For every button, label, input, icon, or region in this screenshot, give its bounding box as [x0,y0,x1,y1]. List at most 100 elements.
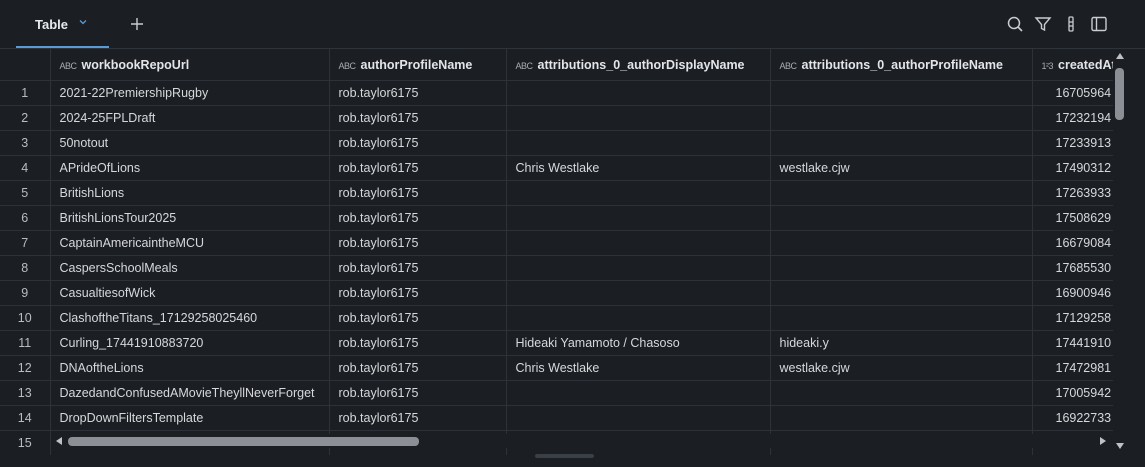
horizontal-scrollbar[interactable] [51,434,1113,448]
table-row[interactable]: 6 BritishLionsTour2025 rob.taylor6175 17508… [0,205,1113,231]
data-grid[interactable]: ABC workbookRepoUrl ABC authorProfileName … [0,49,1113,455]
filter-icon[interactable] [1034,15,1052,33]
table-cell[interactable]: 50notout [50,130,330,156]
table-cell[interactable]: rob.taylor6175 [329,155,507,181]
table-cell[interactable]: 17129258 [1032,305,1113,331]
table-cell[interactable]: DazedandConfusedAMovieTheyllNeverForget [50,380,330,406]
table-row[interactable]: 10 ClashoftheTitans_17129258025460 rob.tay… [0,305,1113,331]
table-row[interactable]: 14 DropDownFiltersTemplate rob.taylor6175 1… [0,405,1113,431]
tab-table[interactable]: Table [16,0,109,48]
table-cell[interactable]: rob.taylor6175 [329,230,507,256]
vertical-scroll-thumb[interactable] [1115,68,1124,120]
table-row[interactable]: 7 CaptainAmericaintheMCU rob.taylor6175 166… [0,230,1113,256]
column-header-attributions-profile-name[interactable]: ABC attributions_0_authorProfileName [770,49,1033,81]
table-cell[interactable]: BritishLionsTour2025 [50,205,330,231]
table-cell[interactable] [770,230,1033,256]
table-cell[interactable] [770,105,1033,131]
table-row[interactable]: 4 APrideOfLions rob.taylor6175 Chris Westla… [0,155,1113,181]
table-row[interactable]: 13 DazedandConfusedAMovieTheyllNeverForge… [0,380,1113,406]
scroll-down-arrow-icon[interactable] [1116,443,1124,449]
table-cell[interactable]: Chris Westlake [506,155,771,181]
table-row[interactable]: 5 BritishLions rob.taylor6175 17263933 [0,180,1113,206]
scroll-left-arrow-icon[interactable] [56,437,62,445]
table-cell[interactable]: rob.taylor6175 [329,130,507,156]
scroll-right-arrow-icon[interactable] [1100,437,1106,445]
column-header-attributions-display-name[interactable]: ABC attributions_0_authorDisplayName [506,49,771,81]
table-cell[interactable]: CasualtiesofWick [50,280,330,306]
table-cell[interactable]: DropDownFiltersTemplate [50,405,330,431]
table-cell[interactable]: ClashoftheTitans_17129258025460 [50,305,330,331]
table-cell[interactable]: 17233913 [1032,130,1113,156]
table-cell[interactable]: 17232194 [1032,105,1113,131]
table-row[interactable]: 3 50notout rob.taylor6175 17233913 [0,130,1113,156]
table-cell[interactable]: hideaki.y [770,330,1033,356]
table-cell[interactable] [506,205,771,231]
table-cell[interactable]: 17472981 [1032,355,1113,381]
table-cell[interactable] [506,255,771,281]
table-cell[interactable]: CaspersSchoolMeals [50,255,330,281]
plus-icon[interactable] [128,15,146,33]
table-cell[interactable]: 16922733 [1032,405,1113,431]
table-cell[interactable] [770,305,1033,331]
table-cell[interactable] [506,230,771,256]
column-header-createdAt[interactable]: 1²3 createdAt [1032,49,1113,81]
column-header-workbookRepoUrl[interactable]: ABC workbookRepoUrl [50,49,330,81]
table-cell[interactable] [770,380,1033,406]
table-cell[interactable]: 17490312 [1032,155,1113,181]
table-cell[interactable]: rob.taylor6175 [329,80,507,106]
table-cell[interactable] [506,180,771,206]
table-cell[interactable] [506,280,771,306]
table-cell[interactable]: rob.taylor6175 [329,205,507,231]
table-cell[interactable] [770,405,1033,431]
table-cell[interactable] [770,280,1033,306]
table-cell[interactable]: 16900946 [1032,280,1113,306]
table-cell[interactable]: 16679084 [1032,230,1113,256]
table-cell[interactable]: rob.taylor6175 [329,405,507,431]
table-cell[interactable]: 16705964 [1032,80,1113,106]
table-cell[interactable]: rob.taylor6175 [329,280,507,306]
table-cell[interactable] [506,105,771,131]
table-cell[interactable]: rob.taylor6175 [329,180,507,206]
table-cell[interactable]: rob.taylor6175 [329,255,507,281]
table-cell[interactable]: 2021-22PremiershipRugby [50,80,330,106]
column-header-authorProfileName[interactable]: ABC authorProfileName [329,49,507,81]
table-cell[interactable] [506,405,771,431]
resize-handle[interactable] [535,454,594,458]
table-cell[interactable] [506,380,771,406]
table-cell[interactable]: westlake.cjw [770,355,1033,381]
table-cell[interactable] [770,205,1033,231]
table-cell[interactable] [770,255,1033,281]
chevron-down-icon[interactable] [77,16,89,28]
table-row[interactable]: 8 CaspersSchoolMeals rob.taylor6175 1768553… [0,255,1113,281]
table-cell[interactable]: BritishLions [50,180,330,206]
search-icon[interactable] [1006,15,1024,33]
table-cell[interactable]: Chris Westlake [506,355,771,381]
table-cell[interactable]: 17685530 [1032,255,1113,281]
table-row[interactable]: 2 2024-25FPLDraft rob.taylor6175 17232194 [0,105,1113,131]
table-cell[interactable]: Hideaki Yamamoto / Chasoso [506,330,771,356]
table-cell[interactable] [506,130,771,156]
table-cell[interactable] [770,180,1033,206]
table-cell[interactable]: westlake.cjw [770,155,1033,181]
table-cell[interactable]: rob.taylor6175 [329,355,507,381]
table-cell[interactable]: 17441910 [1032,330,1113,356]
table-cell[interactable]: rob.taylor6175 [329,330,507,356]
table-cell[interactable] [506,305,771,331]
scroll-up-arrow-icon[interactable] [1116,53,1124,59]
table-cell[interactable]: 17005942 [1032,380,1113,406]
table-cell[interactable]: 17263933 [1032,180,1113,206]
table-cell[interactable]: rob.taylor6175 [329,380,507,406]
table-cell[interactable] [770,80,1033,106]
sidebar-panel-icon[interactable] [1090,15,1108,33]
table-cell[interactable] [770,130,1033,156]
table-cell[interactable]: 2024-25FPLDraft [50,105,330,131]
table-row[interactable]: 11 Curling_17441910883720 rob.taylor6175 Hi… [0,330,1113,356]
table-cell[interactable]: DNAoftheLions [50,355,330,381]
table-row[interactable]: 1 2021-22PremiershipRugby rob.taylor6175 16… [0,80,1113,106]
horizontal-scroll-thumb[interactable] [68,437,419,446]
table-cell[interactable]: 17508629 [1032,205,1113,231]
table-cell[interactable]: Curling_17441910883720 [50,330,330,356]
table-cell[interactable]: CaptainAmericaintheMCU [50,230,330,256]
table-cell[interactable] [506,80,771,106]
table-row[interactable]: 9 CasualtiesofWick rob.taylor6175 16900946 [0,280,1113,306]
